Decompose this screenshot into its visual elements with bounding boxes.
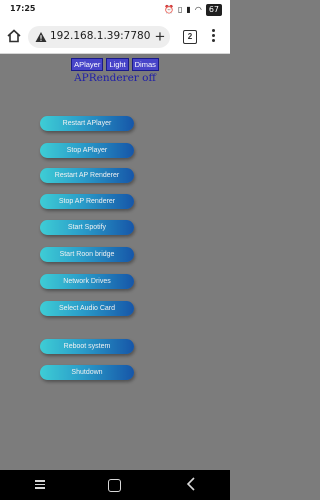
home-icon[interactable] xyxy=(7,29,21,43)
battery-icon: 67 xyxy=(205,4,222,16)
start-roon-bridge-button[interactable]: Start Roon bridge xyxy=(40,247,134,262)
address-bar[interactable]: 192.168.1.39:7780 xyxy=(28,26,170,48)
tab-dimas[interactable]: Dimas xyxy=(131,58,159,71)
nav-home-icon[interactable] xyxy=(108,479,121,492)
stop-ap-renderer-button[interactable]: Stop AP Renderer xyxy=(40,194,134,209)
warning-icon xyxy=(35,32,47,42)
network-drives-button[interactable]: Network Drives xyxy=(40,274,134,289)
new-tab-icon[interactable]: + xyxy=(155,28,165,45)
tab-aplayer[interactable]: APlayer xyxy=(71,58,104,71)
select-audio-card-button[interactable]: Select Audio Card xyxy=(40,301,134,316)
status-bar: 17:25 ⏰ ▯ ▮ ◠ 67 xyxy=(0,0,230,20)
alarm-icon: ⏰ xyxy=(164,5,175,14)
signal-icon: ▮ xyxy=(186,5,191,14)
url-text: 192.168.1.39:7780 xyxy=(50,30,151,42)
screen: 17:25 ⏰ ▯ ▮ ◠ 67 192.168.1.39:7780 + 2 A… xyxy=(0,0,230,500)
status-icons: ⏰ ▯ ▮ ◠ 67 xyxy=(164,4,222,16)
top-tabs: APlayer Light Dimas xyxy=(0,58,230,71)
tab-switcher-icon[interactable]: 2 xyxy=(183,30,197,44)
back-icon[interactable] xyxy=(186,477,196,491)
vibrate-icon: ▯ xyxy=(178,5,183,14)
recents-icon[interactable] xyxy=(35,480,45,491)
restart-aplayer-button[interactable]: Restart APlayer xyxy=(40,116,134,131)
tab-light[interactable]: Light xyxy=(106,58,129,71)
reboot-system-button[interactable]: Reboot system xyxy=(40,339,134,354)
wifi-icon: ◠ xyxy=(194,5,202,14)
status-time: 17:25 xyxy=(10,4,36,13)
renderer-status: APRenderer off xyxy=(74,72,156,84)
restart-ap-renderer-button[interactable]: Restart AP Renderer xyxy=(40,168,134,183)
overflow-menu-icon[interactable] xyxy=(212,29,216,43)
shutdown-button[interactable]: Shutdown xyxy=(40,365,134,380)
start-spotify-button[interactable]: Start Spotify xyxy=(40,220,134,235)
browser-toolbar: 192.168.1.39:7780 + 2 xyxy=(0,20,230,54)
stop-aplayer-button[interactable]: Stop APlayer xyxy=(40,143,134,158)
navigation-bar xyxy=(0,470,230,500)
